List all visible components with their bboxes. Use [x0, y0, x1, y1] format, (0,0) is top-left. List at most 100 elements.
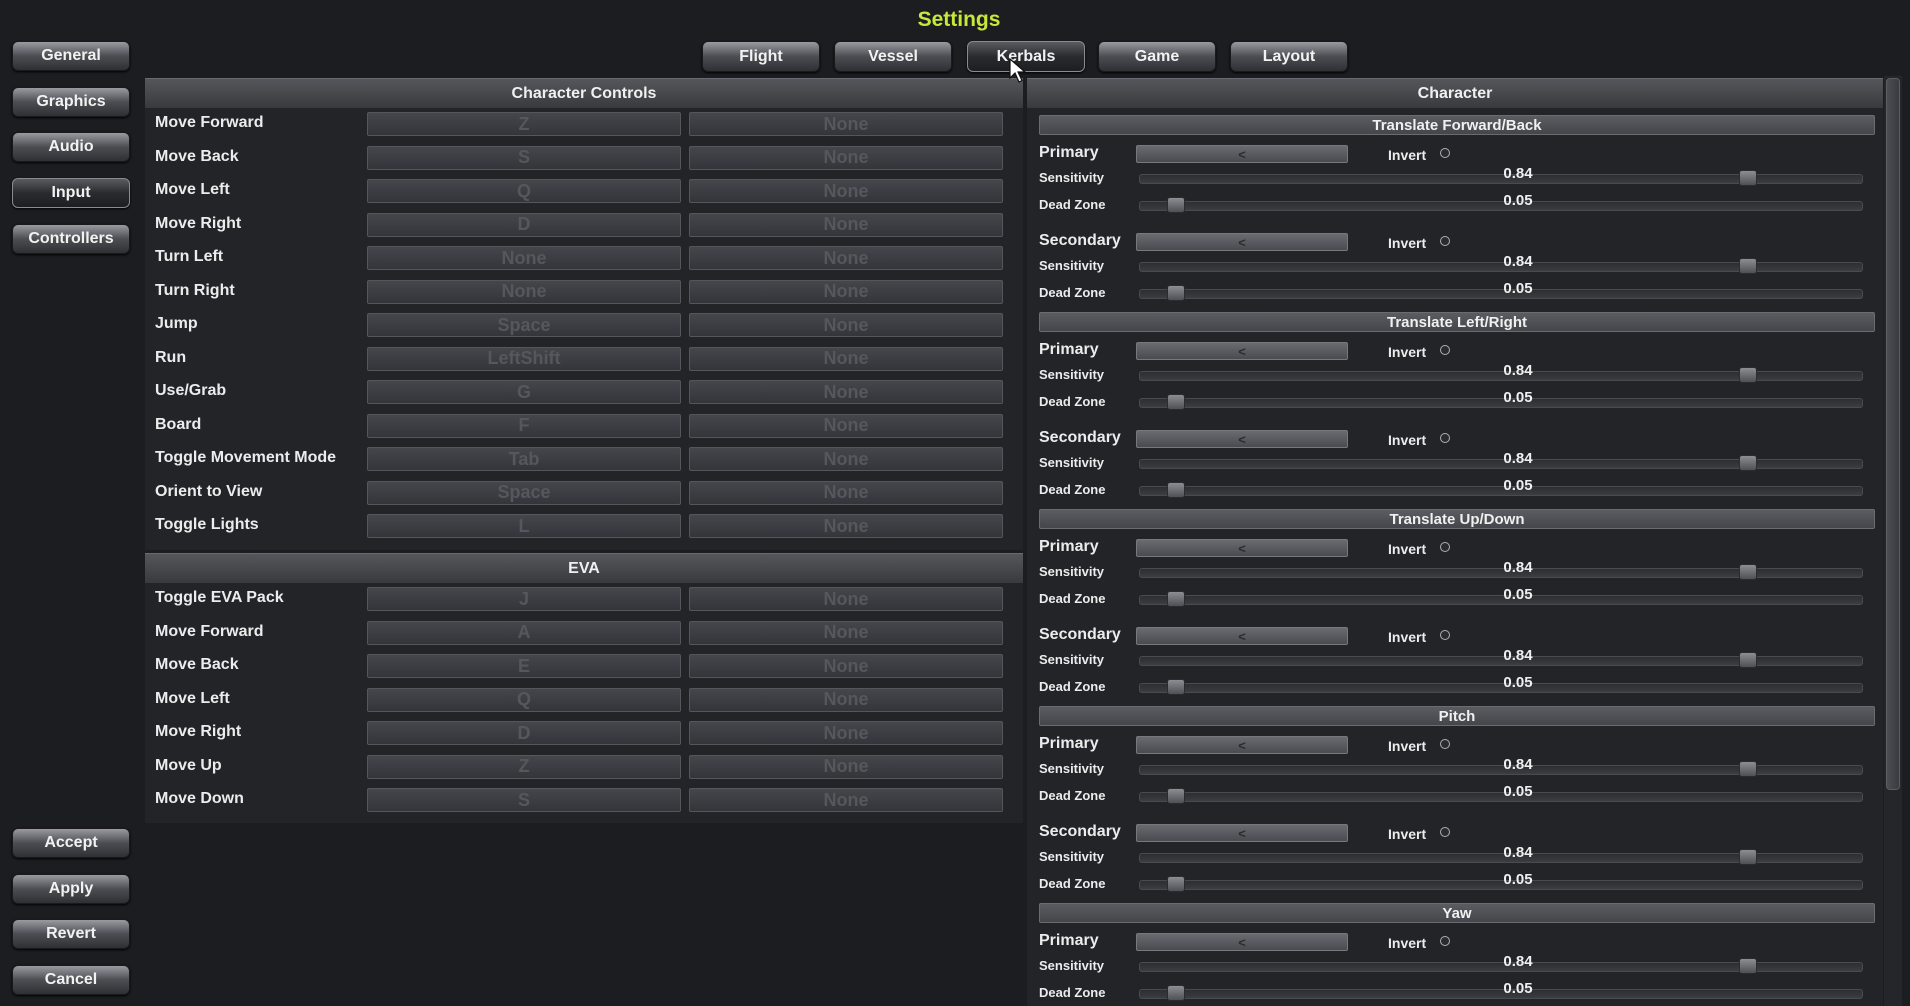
primary-key-button[interactable]: None	[367, 279, 681, 304]
tab-flight[interactable]: Flight	[702, 41, 820, 72]
nav-general-button[interactable]: General	[12, 41, 130, 71]
secondary-key-button[interactable]: None	[689, 754, 1003, 779]
secondary-axis-select[interactable]: <	[1136, 233, 1348, 251]
secondary-axis-select[interactable]: <	[1136, 430, 1348, 448]
primary-key-button[interactable]: Q	[367, 179, 681, 203]
deadzone-slider-thumb[interactable]	[1167, 788, 1186, 804]
sensitivity-slider-thumb[interactable]	[1739, 367, 1758, 383]
invert-checkbox[interactable]	[1440, 236, 1450, 246]
deadzone-slider-row: Dead Zone 0.05	[1027, 674, 1883, 700]
invert-label: Invert	[1388, 235, 1427, 251]
primary-axis-select[interactable]: <	[1136, 539, 1348, 557]
nav-controllers-button[interactable]: Controllers	[12, 224, 130, 254]
nav-input-button[interactable]: Input	[12, 178, 130, 208]
invert-checkbox[interactable]	[1440, 630, 1450, 640]
sensitivity-slider-thumb[interactable]	[1739, 564, 1758, 580]
secondary-key-button[interactable]: None	[689, 212, 1003, 237]
nav-graphics-button[interactable]: Graphics	[12, 87, 130, 117]
sensitivity-slider-thumb[interactable]	[1739, 958, 1758, 974]
secondary-key-button[interactable]: None	[689, 654, 1003, 678]
sensitivity-slider-row: Sensitivity 0.84	[1027, 647, 1883, 673]
keybind-row: Use/Grab G None	[145, 376, 1015, 410]
secondary-key-button[interactable]: None	[689, 279, 1003, 304]
primary-axis-select[interactable]: <	[1136, 342, 1348, 360]
nav-audio-button[interactable]: Audio	[12, 132, 130, 162]
primary-key-button[interactable]: Z	[367, 112, 681, 136]
secondary-key-button[interactable]: None	[689, 179, 1003, 203]
primary-key-button[interactable]: J	[367, 587, 681, 611]
invert-checkbox[interactable]	[1440, 345, 1450, 355]
primary-axis-select[interactable]: <	[1136, 145, 1348, 163]
sensitivity-slider-row: Sensitivity 0.84	[1027, 253, 1883, 279]
secondary-key-button[interactable]: None	[689, 587, 1003, 611]
primary-key-button[interactable]: S	[367, 145, 681, 170]
primary-key-button[interactable]: E	[367, 654, 681, 678]
primary-key-button[interactable]: Tab	[367, 447, 681, 471]
sensitivity-slider-thumb[interactable]	[1739, 849, 1758, 865]
secondary-key-button[interactable]: None	[689, 721, 1003, 745]
sensitivity-slider-thumb[interactable]	[1739, 170, 1758, 186]
invert-checkbox[interactable]	[1440, 148, 1450, 158]
secondary-key-button[interactable]: None	[689, 246, 1003, 270]
invert-label: Invert	[1388, 432, 1427, 448]
scrollbar-thumb[interactable]	[1886, 78, 1900, 790]
accept-button[interactable]: Accept	[12, 828, 130, 858]
secondary-key-button[interactable]: None	[689, 413, 1003, 438]
primary-axis-select[interactable]: <	[1136, 933, 1348, 951]
sensitivity-slider-thumb[interactable]	[1739, 258, 1758, 274]
deadzone-slider-thumb[interactable]	[1167, 482, 1186, 498]
primary-key-button[interactable]: D	[367, 721, 681, 745]
invert-checkbox[interactable]	[1440, 936, 1450, 946]
secondary-key-button[interactable]: None	[689, 788, 1003, 812]
primary-key-button[interactable]: Space	[367, 313, 681, 337]
primary-key-button[interactable]: Z	[367, 754, 681, 779]
deadzone-slider-thumb[interactable]	[1167, 591, 1186, 607]
deadzone-slider-thumb[interactable]	[1167, 876, 1186, 892]
invert-checkbox[interactable]	[1440, 433, 1450, 443]
primary-key-button[interactable]: LeftShift	[367, 346, 681, 371]
apply-button[interactable]: Apply	[12, 874, 130, 904]
secondary-key-button[interactable]: None	[689, 313, 1003, 337]
sensitivity-slider-thumb[interactable]	[1739, 652, 1758, 668]
secondary-key-button[interactable]: None	[689, 620, 1003, 645]
primary-key-button[interactable]: A	[367, 620, 681, 645]
secondary-key-button[interactable]: None	[689, 687, 1003, 712]
primary-key-button[interactable]: None	[367, 246, 681, 270]
deadzone-slider-thumb[interactable]	[1167, 285, 1186, 301]
secondary-key-button[interactable]: None	[689, 346, 1003, 371]
primary-key-button[interactable]: Q	[367, 687, 681, 712]
deadzone-slider-thumb[interactable]	[1167, 679, 1186, 695]
deadzone-slider-thumb[interactable]	[1167, 197, 1186, 213]
deadzone-slider-thumb[interactable]	[1167, 985, 1186, 1001]
deadzone-slider-thumb[interactable]	[1167, 394, 1186, 410]
secondary-key-button[interactable]: None	[689, 514, 1003, 538]
secondary-axis-label: Secondary	[1039, 823, 1121, 840]
sensitivity-slider-thumb[interactable]	[1739, 455, 1758, 471]
keybind-label: Move Back	[155, 147, 239, 165]
secondary-key-button[interactable]: None	[689, 447, 1003, 471]
secondary-axis-select[interactable]: <	[1136, 824, 1348, 842]
primary-key-button[interactable]: L	[367, 514, 681, 538]
axis-section-header: Yaw	[1039, 903, 1875, 923]
secondary-key-button[interactable]: None	[689, 380, 1003, 404]
tab-layout[interactable]: Layout	[1230, 41, 1348, 72]
secondary-key-button[interactable]: None	[689, 145, 1003, 170]
invert-checkbox[interactable]	[1440, 827, 1450, 837]
secondary-axis-select[interactable]: <	[1136, 627, 1348, 645]
secondary-key-button[interactable]: None	[689, 112, 1003, 136]
primary-key-button[interactable]: D	[367, 212, 681, 237]
secondary-key-button[interactable]: None	[689, 480, 1003, 505]
sensitivity-slider-thumb[interactable]	[1739, 761, 1758, 777]
primary-key-button[interactable]: S	[367, 788, 681, 812]
deadzone-slider-row: Dead Zone 0.05	[1027, 192, 1883, 218]
invert-checkbox[interactable]	[1440, 542, 1450, 552]
tab-vessel[interactable]: Vessel	[834, 41, 952, 72]
invert-checkbox[interactable]	[1440, 739, 1450, 749]
primary-key-button[interactable]: G	[367, 380, 681, 404]
primary-key-button[interactable]: F	[367, 413, 681, 438]
cancel-button[interactable]: Cancel	[12, 965, 130, 995]
revert-button[interactable]: Revert	[12, 919, 130, 949]
tab-game[interactable]: Game	[1098, 41, 1216, 72]
primary-axis-select[interactable]: <	[1136, 736, 1348, 754]
primary-key-button[interactable]: Space	[367, 480, 681, 505]
